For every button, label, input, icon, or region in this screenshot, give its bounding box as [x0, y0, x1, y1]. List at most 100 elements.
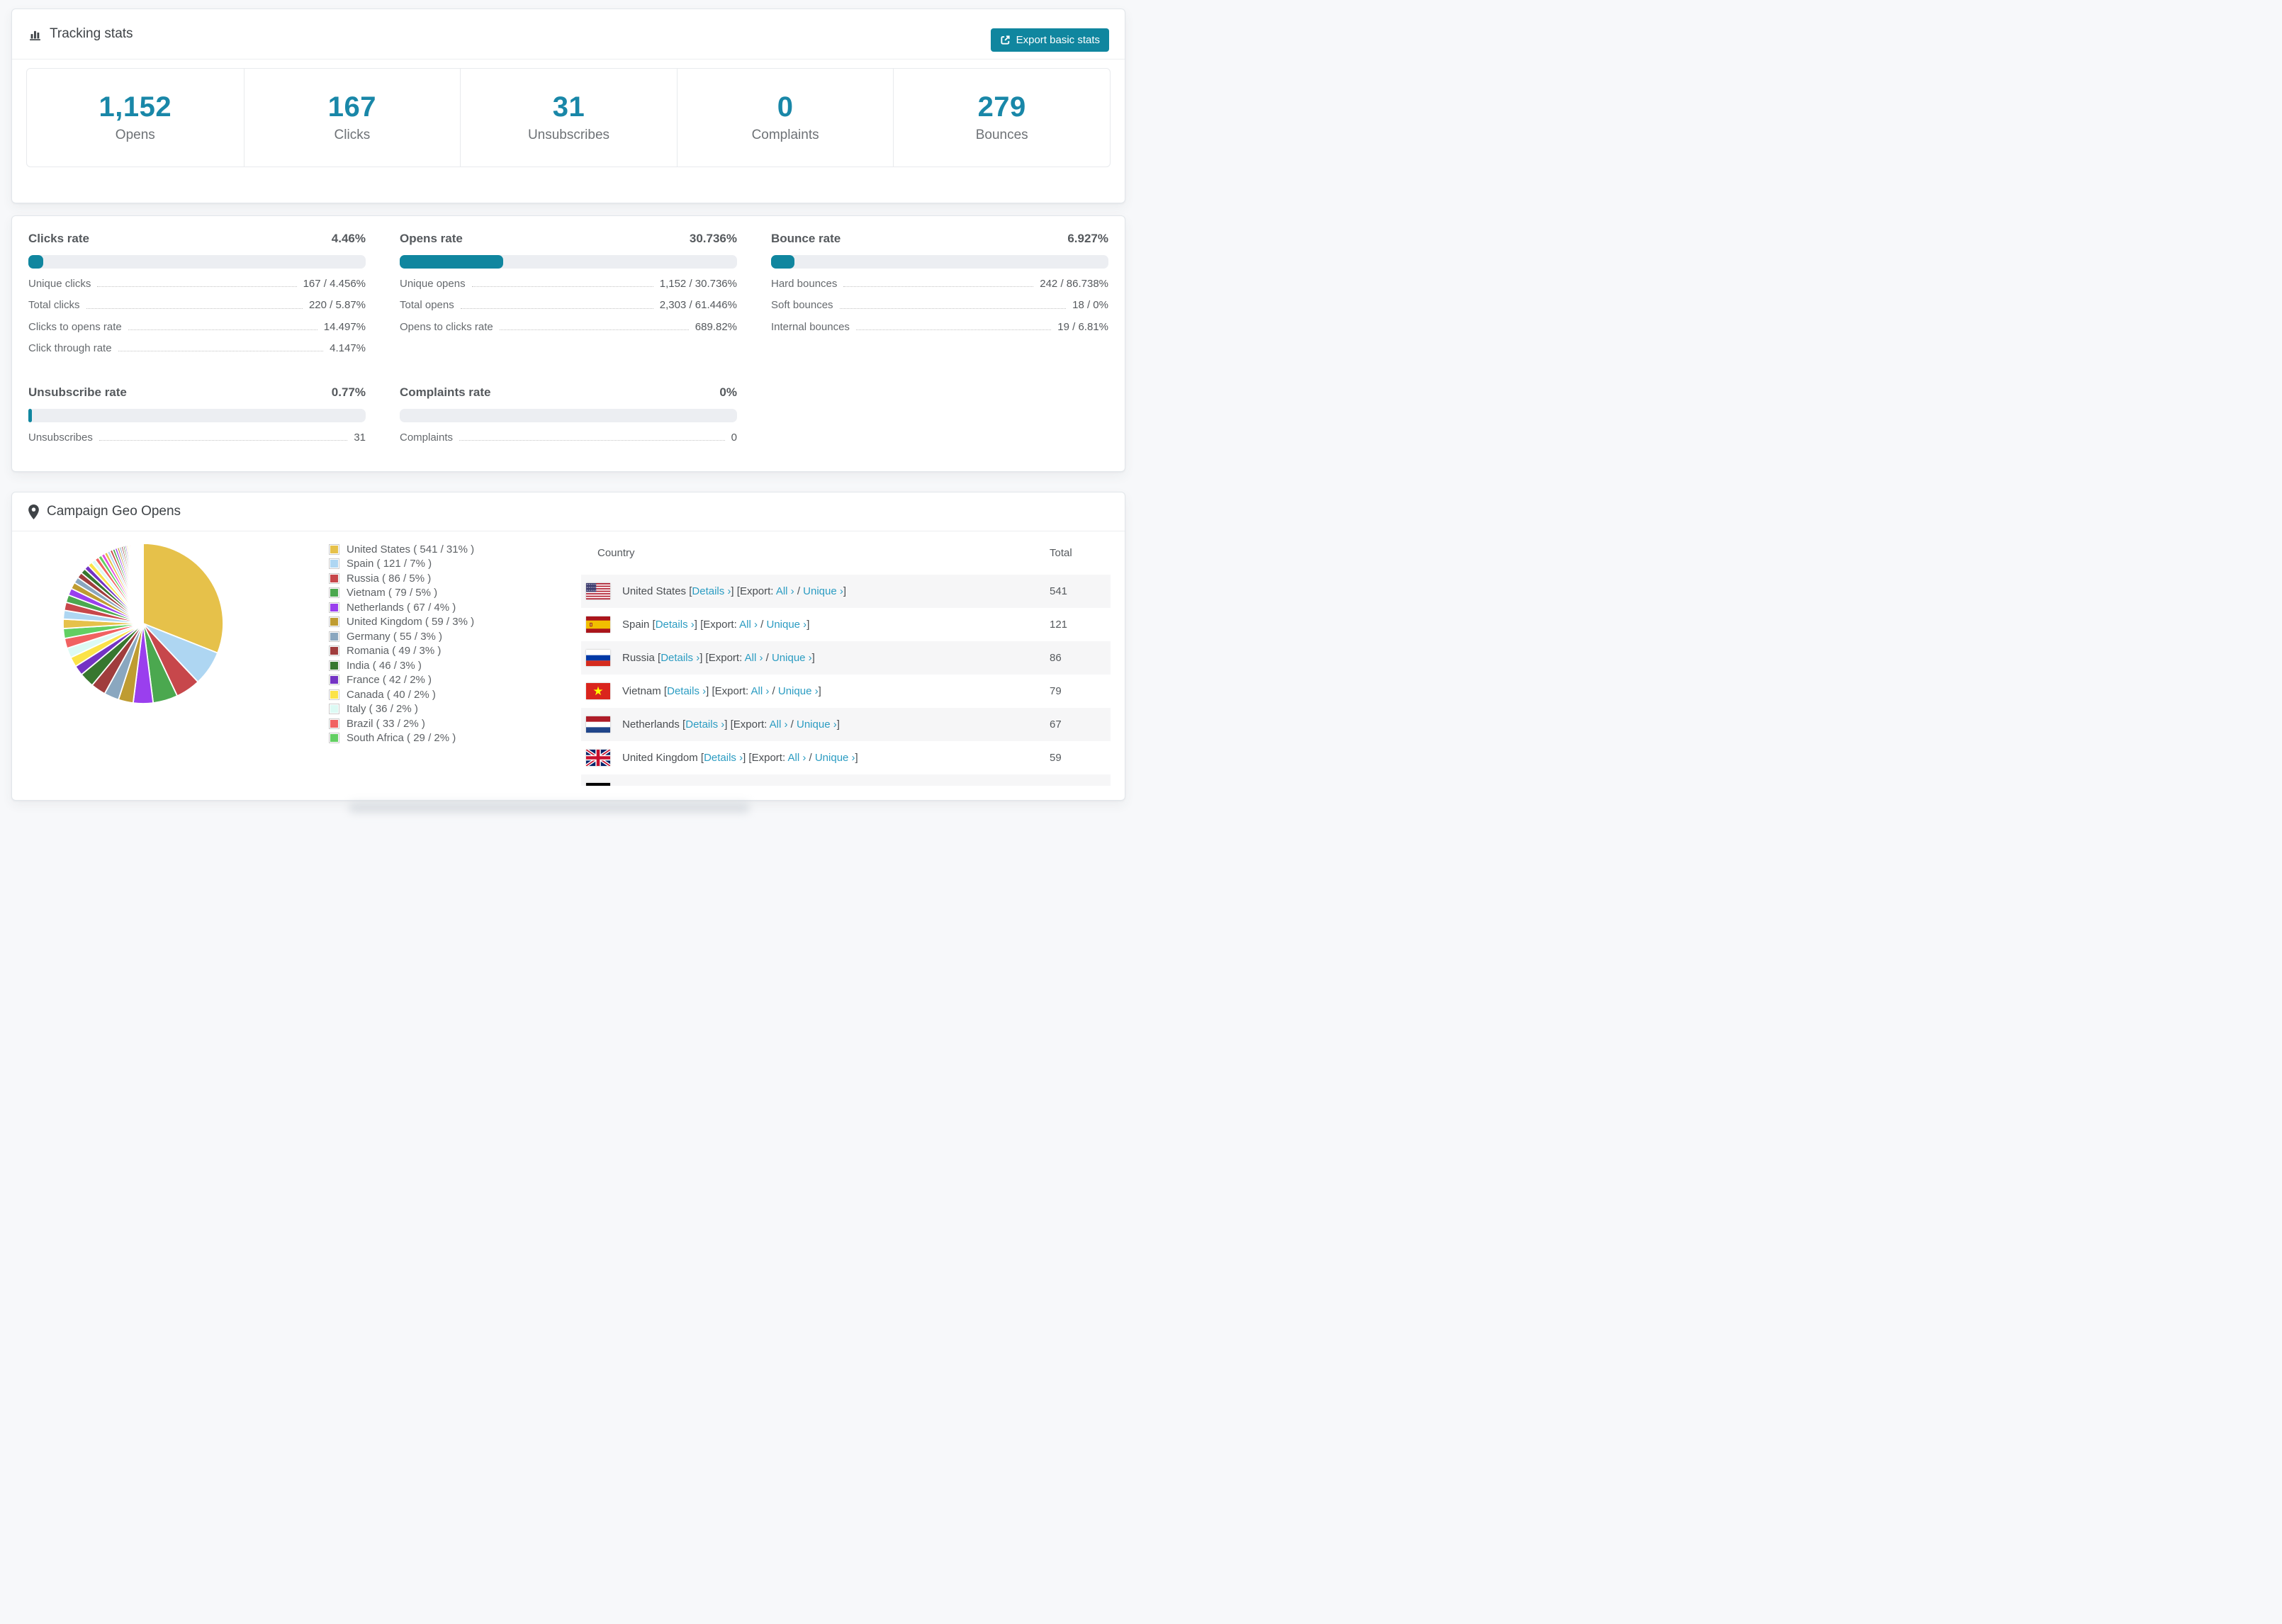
legend-item[interactable]: Canada ( 40 / 2% )	[329, 688, 474, 701]
dotted-leader	[499, 329, 689, 330]
details-link[interactable]: Details ›	[656, 619, 695, 631]
legend-item[interactable]: United States ( 541 / 31% )	[329, 543, 475, 556]
export-label: Export:	[714, 685, 749, 697]
metric-label: Hard bounces	[771, 278, 838, 290]
stat-label: Opens	[115, 127, 155, 142]
geo-table: Country Total United States [Details ›] …	[581, 531, 1111, 786]
export-unique-link[interactable]: Unique ›	[772, 652, 812, 664]
metric-label: Clicks to opens rate	[28, 320, 122, 333]
geo-pie-chart[interactable]	[60, 541, 226, 706]
country-total: 86	[1050, 652, 1062, 664]
export-unique-link[interactable]: Unique ›	[803, 585, 843, 597]
legend-label: Brazil ( 33 / 2% )	[347, 717, 425, 730]
campaign-geo-header: Campaign Geo Opens	[12, 492, 1125, 531]
country-flag-icon	[586, 616, 610, 633]
legend-label: United States ( 541 / 31% )	[347, 543, 475, 556]
legend-swatch	[329, 587, 339, 599]
details-link[interactable]: Details ›	[667, 685, 706, 697]
metric-label: Internal bounces	[771, 320, 850, 333]
legend-item[interactable]: Brazil ( 33 / 2% )	[329, 717, 474, 730]
export-unique-link[interactable]: Unique ›	[778, 685, 819, 697]
stat-box: 167 Clicks	[243, 69, 461, 167]
legend-swatch	[329, 660, 339, 671]
rate-panel: Unsubscribe rate 0.77% Unsubscribes 31	[28, 376, 366, 444]
dotted-leader	[855, 329, 1052, 330]
legend-swatch	[329, 558, 339, 570]
stat-label: Clicks	[334, 127, 371, 142]
export-all-link[interactable]: All ›	[787, 752, 806, 764]
export-unique-link[interactable]: Unique ›	[815, 752, 855, 764]
metric-row: Soft bounces 18 / 0%	[771, 299, 1108, 311]
export-all-link[interactable]: All ›	[739, 619, 758, 631]
legend-item[interactable]: Germany ( 55 / 3% )	[329, 631, 474, 643]
details-link[interactable]: Details ›	[661, 652, 699, 664]
country-total: 55	[1050, 785, 1111, 786]
legend-item[interactable]: Romania ( 49 / 3% )	[329, 645, 474, 657]
legend-item[interactable]: Netherlands ( 67 / 4% )	[329, 601, 474, 614]
legend-label: Netherlands ( 67 / 4% )	[347, 601, 456, 614]
export-all-link[interactable]: All ›	[751, 685, 770, 697]
export-unique-link[interactable]: Unique ›	[797, 718, 837, 731]
legend-item[interactable]: Vietnam ( 79 / 5% )	[329, 587, 474, 599]
country-total: 67	[1050, 718, 1062, 731]
rates-card: Clicks rate 4.46% Unique clicks 167 / 4.…	[11, 215, 1125, 472]
country-total: 79	[1050, 685, 1062, 697]
dotted-leader	[843, 286, 1034, 288]
geo-table-header: Country Total	[581, 531, 1111, 575]
export-all-link[interactable]: All ›	[770, 718, 788, 731]
country-name: United States	[622, 585, 687, 597]
legend-item[interactable]: United Kingdom ( 59 / 3% )	[329, 616, 474, 628]
details-link[interactable]: Details ›	[685, 718, 724, 731]
progress-bar	[400, 409, 737, 422]
dotted-leader	[86, 308, 303, 309]
legend-item[interactable]: Italy ( 36 / 2% )	[329, 703, 474, 715]
export-label: Export:	[720, 785, 754, 786]
pie-slice[interactable]	[142, 543, 144, 624]
dotted-leader	[128, 329, 317, 330]
stat-label: Bounces	[975, 127, 1028, 142]
details-link[interactable]: Details ›	[704, 752, 743, 764]
export-basic-stats-button[interactable]: Export basic stats	[990, 28, 1109, 52]
legend-item[interactable]: France ( 42 / 2% )	[329, 674, 474, 686]
stat-value: 0	[777, 91, 794, 123]
table-row: Spain [Details ›] [Export: All › / Uniqu…	[581, 608, 1111, 641]
country-name: Germany	[622, 785, 666, 786]
export-all-link[interactable]: All ›	[745, 652, 763, 664]
legend-swatch	[329, 733, 339, 744]
rates-grid: Clicks rate 4.46% Unique clicks 167 / 4.…	[12, 216, 1125, 444]
country-name: Russia	[622, 652, 655, 664]
export-all-link[interactable]: All ›	[755, 785, 774, 786]
metric-label: Complaints	[400, 432, 454, 444]
legend-swatch	[329, 718, 339, 729]
export-unique-link[interactable]: Unique ›	[783, 785, 824, 786]
metric-value: 242 / 86.738%	[1040, 278, 1108, 290]
export-unique-link[interactable]: Unique ›	[766, 619, 806, 631]
export-all-link[interactable]: All ›	[776, 585, 794, 597]
metric-value: 1,152 / 30.736%	[659, 278, 737, 290]
rate-panel: Bounce rate 6.927% Hard bounces 242 / 86…	[771, 222, 1108, 354]
legend-label: Vietnam ( 79 / 5% )	[347, 587, 438, 599]
legend-item[interactable]: Spain ( 121 / 7% )	[329, 558, 474, 570]
progress-bar-fill	[28, 255, 44, 269]
metric-label: Unique opens	[400, 278, 466, 290]
legend-item[interactable]: South Africa ( 29 / 2% )	[329, 732, 474, 744]
legend-item[interactable]: India ( 46 / 3% )	[329, 660, 474, 672]
stat-label: Unsubscribes	[527, 127, 610, 142]
column-header-country: Country	[597, 546, 635, 559]
rate-value: 0%	[719, 385, 737, 399]
metric-row: Total opens 2,303 / 61.446%	[400, 299, 737, 311]
legend-item[interactable]: Russia ( 86 / 5% )	[329, 573, 474, 585]
rate-title: Opens rate	[400, 232, 463, 245]
metric-row: Click through rate 4.147%	[28, 342, 366, 354]
legend-label: Canada ( 40 / 2% )	[347, 688, 436, 701]
details-link[interactable]: Details ›	[672, 785, 711, 786]
country-name: United Kingdom	[622, 752, 698, 764]
legend-swatch	[329, 543, 339, 555]
rate-value: 4.46%	[331, 232, 366, 245]
country-total: 59	[1050, 752, 1062, 764]
dotted-leader	[97, 286, 297, 288]
details-link[interactable]: Details ›	[692, 585, 731, 597]
progress-bar-fill	[400, 255, 504, 269]
rate-panel: Opens rate 30.736% Unique opens 1,152 / …	[400, 222, 737, 354]
table-row: Vietnam [Details ›] [Export: All › / Uni…	[581, 675, 1111, 708]
